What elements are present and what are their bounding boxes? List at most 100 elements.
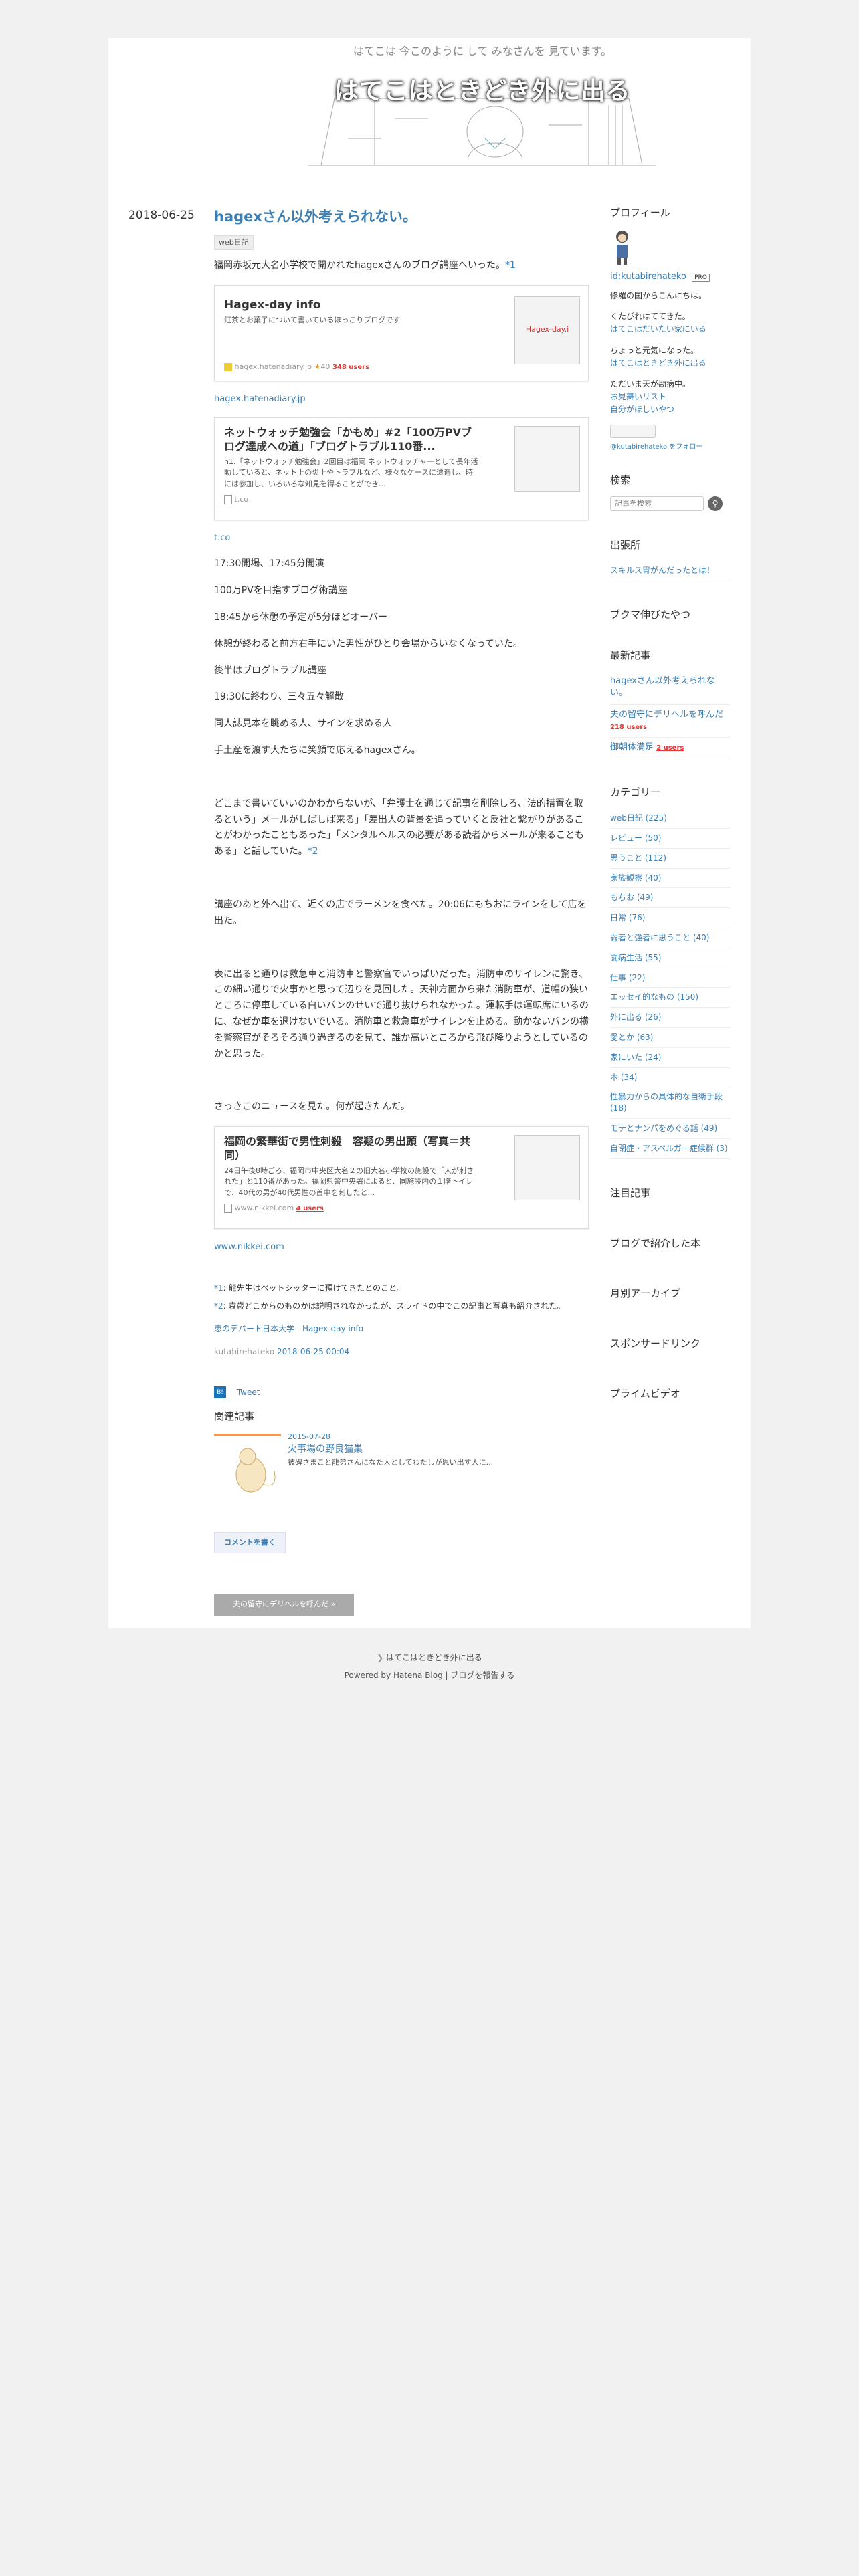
footer-blog-link[interactable]: はてこはときどき外に出る (386, 1653, 482, 1662)
quote-source-link[interactable]: 恵のデパート日本大学 - Hagex-day info (214, 1322, 589, 1335)
profile-link[interactable]: 自分がほしいやつ (610, 403, 731, 416)
author-name[interactable]: kutabirehateko (214, 1347, 274, 1356)
card-site: t.co (234, 495, 249, 504)
embed-card-tco[interactable]: ネットウォッチ勉強会「かもめ」#2「100万PVブログ達成への道」「ブログトラブ… (214, 417, 589, 521)
profile-link[interactable]: はてこはだいたい家にいる (610, 323, 731, 336)
recent-label[interactable]: hagexさん以外考えられない。 (610, 676, 715, 698)
footer-powered[interactable]: Powered by Hatena Blog | ブログを報告する (0, 1667, 859, 1684)
belong-link[interactable]: スキルス胃がんだったとは！ (610, 561, 731, 581)
card-title: ネットウォッチ勉強会「かもめ」#2「100万PVブログ達成への道」「ブログトラブ… (224, 426, 472, 453)
site-favicon-icon (224, 363, 232, 372)
related-title[interactable]: 火事場の野良猫巣 (288, 1442, 363, 1458)
module-belong: 出張所 スキルス胃がんだったとは！ (610, 538, 731, 581)
card-link-nikkei[interactable]: www.nikkei.com (214, 1240, 589, 1255)
footnote-text: : 龍先生はペットシッターに預けてきたとのこと。 (223, 1283, 405, 1293)
search-input[interactable] (610, 496, 704, 511)
category-item[interactable]: 思うこと (112) (610, 849, 731, 869)
related-entry[interactable]: 2015-07-28 火事場の野良猫巣 被碑さまこと龍弟さんになた人としてわたし… (214, 1430, 589, 1505)
card-link-tco[interactable]: t.co (214, 531, 589, 546)
embed-card-nikkei[interactable]: 福岡の繁華街で男性刺殺 容疑の男出頭（写真＝共同） 24日午後8時ごろ、福岡市中… (214, 1126, 589, 1230)
category-item[interactable]: 日常 (76) (610, 908, 731, 929)
write-comment-button[interactable]: コメントを書く (214, 1531, 286, 1554)
profile-body: 修羅の国からこんにちは。 くたびれはててきた。 はてこはだいたい家にいる ちょっ… (610, 290, 731, 453)
header-tagline: はてこは 今このように して みなさんを 見ています。 (353, 45, 612, 58)
schedule-line: 19:30に終わり、三々五々解散 (214, 691, 344, 703)
footnote-ref-2[interactable]: *2 (308, 846, 318, 857)
tweet-button[interactable]: Tweet (237, 1388, 260, 1397)
schedule-line: 17:30開場、17:45分開演 (214, 558, 324, 570)
card-bookmark-users[interactable]: 4 users (296, 1205, 324, 1212)
category-item[interactable]: 外に出る (26) (610, 1008, 731, 1028)
footnote-ref-1[interactable]: *1 (505, 260, 516, 271)
embed-card-hagex[interactable]: Hagex-day info 虹茶とお菓子について書いているほっこりブログです … (214, 285, 589, 382)
profile-link[interactable]: はてこはときどき外に出る (610, 357, 731, 370)
category-item[interactable]: レビュー (50) (610, 829, 731, 849)
reader-button[interactable] (610, 424, 656, 438)
blog-header: はてこは 今このように して みなさんを 見ています。 はてこはときどき外に出る (294, 38, 670, 172)
category-item[interactable]: 闘病生活 (55) (610, 948, 731, 968)
hatena-bookmark-icon[interactable]: B! (214, 1386, 226, 1399)
pager: 夫の留守にデリヘルを呼んだ » (214, 1594, 589, 1616)
footnote-mark[interactable]: *1 (214, 1283, 223, 1293)
schedule-line: 同人誌見本を眺める人、サインを求める人 (214, 718, 392, 730)
recent-item[interactable]: 御朝体満足 2 users (610, 738, 731, 759)
card-star-count: 40 (320, 362, 330, 372)
entry-paragraph: 表に出ると通りは救急車と消防車と警察官でいっぱいだった。消防車のサイレンに驚き、… (214, 968, 589, 1059)
category-item[interactable]: web日記 (225) (610, 809, 731, 829)
profile-link[interactable]: お見舞いリスト (610, 391, 731, 403)
share-buttons: B! Tweet (214, 1386, 589, 1399)
entry-date[interactable]: 2018-06-25 (128, 209, 195, 222)
schedule-line: 手土産を渡す大たちに笑顔で応えるhagexさん。 (214, 744, 421, 756)
category-item[interactable]: 家にいた (24) (610, 1048, 731, 1068)
recent-users[interactable]: 218 users (610, 724, 647, 731)
card-link-hagex[interactable]: hagex.hatenadiary.jp (214, 392, 589, 407)
category-item[interactable]: 弱者と強者に思うこと (40) (610, 928, 731, 948)
profile-id[interactable]: id:kutabirehateko (610, 272, 686, 282)
card-title: 福岡の繁華街で男性刺殺 容疑の男出頭（写真＝共同） (224, 1135, 471, 1162)
recent-label[interactable]: 夫の留守にデリヘルを呼んだ (610, 710, 723, 720)
recent-label[interactable]: 御朝体満足 (610, 742, 654, 752)
star-icon: ★ (314, 362, 321, 372)
entry-paragraph: さっきこのニュースを見た。何が起きたんだ。 (214, 1101, 410, 1113)
prime-title: プライムビデオ (610, 1387, 680, 1400)
module-bukuma: ブクマ伸びたやつ (610, 607, 731, 621)
sidebar: プロフィール id:kutabirehateko PRO 修羅の国からこんにちは… (610, 205, 731, 1427)
twitter-follow-link[interactable]: @kutabirehateko をフォロー (610, 442, 731, 453)
category-item[interactable]: 本 (34) (610, 1068, 731, 1088)
footnote-mark[interactable]: *2 (214, 1301, 223, 1311)
schedule-line: 100万PVを目指すブログ術講座 (214, 585, 347, 597)
category-item[interactable]: エッセイ的なもの (150) (610, 988, 731, 1008)
category-item[interactable]: 愛とか (63) (610, 1028, 731, 1048)
entry-footer-meta: kutabirehateko 2018-06-25 00:04 (214, 1345, 589, 1358)
related-desc: 被碑さまこと龍弟さんになた人としてわたしが思い出す人に... (288, 1457, 494, 1467)
recent-item[interactable]: 夫の留守にデリヘルを呼んだ 218 users (610, 705, 731, 738)
related-heading: 関連記事 (214, 1410, 255, 1423)
profile-title: プロフィール (610, 207, 670, 219)
recent-users[interactable]: 2 users (656, 744, 684, 752)
category-item[interactable]: 仕事 (22) (610, 968, 731, 988)
module-search: 検索 ⚲ (610, 473, 731, 511)
category-item[interactable]: モテとナンパをめぐる話 (49) (610, 1119, 731, 1139)
category-item[interactable]: 性暴力からの具体的な自衛手段 (18) (610, 1087, 731, 1119)
card-bookmark-users[interactable]: 348 users (332, 364, 369, 371)
related-thumbnail-cat-icon (214, 1430, 281, 1498)
profile-id-row: id:kutabirehateko PRO (610, 272, 731, 282)
entry-title[interactable]: hagexさん以外考えられない。 (214, 205, 589, 229)
search-icon[interactable]: ⚲ (708, 496, 723, 511)
blog-title[interactable]: はてこはときどき外に出る (294, 72, 670, 106)
entry-intro: 福岡赤坂元大名小学校で開かれたhagexさんのブログ講座へいった。*1 (214, 258, 589, 274)
entry-category-tag[interactable]: web日記 (214, 235, 254, 251)
comment-area: コメントを書く (214, 1531, 589, 1554)
category-item[interactable]: もちお (49) (610, 888, 731, 909)
schedule-line: 18:45から休憩の予定が5分ほどオーバー (214, 611, 388, 623)
pager-next-button[interactable]: 夫の留守にデリヘルを呼んだ » (214, 1594, 355, 1616)
category-item[interactable]: 自閉症・アスペルガー症候群 (3) (610, 1139, 731, 1159)
entry-timestamp[interactable]: 2018-06-25 00:04 (277, 1347, 349, 1356)
recent-item[interactable]: hagexさん以外考えられない。 (610, 671, 731, 705)
module-recent: 最新記事 hagexさん以外考えられない。 夫の留守にデリヘルを呼んだ 218 … (610, 648, 731, 759)
footnote-2: *2: 袁歳どこからのものかは説明されなかったが、スライドの中でこの記事と写真も… (214, 1299, 589, 1313)
category-item[interactable]: 家族観察 (40) (610, 869, 731, 889)
avatar[interactable] (610, 229, 634, 266)
